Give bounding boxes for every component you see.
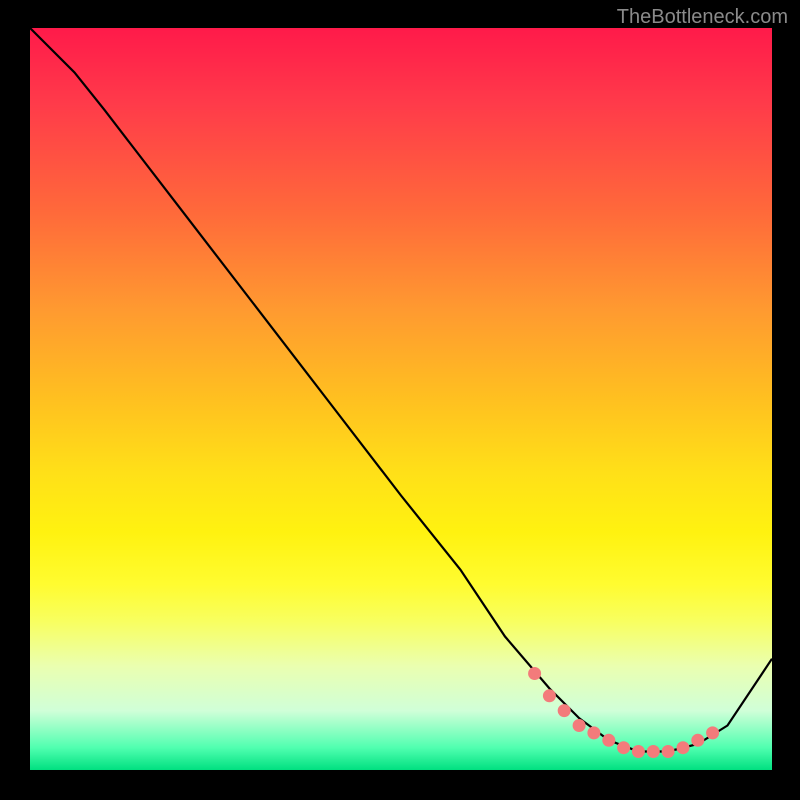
- curve-marker: [647, 745, 660, 758]
- curve-marker: [528, 667, 541, 680]
- curve-marker: [677, 741, 690, 754]
- marker-group: [528, 667, 719, 758]
- curve-marker: [602, 734, 615, 747]
- attribution-text: TheBottleneck.com: [617, 6, 788, 29]
- curve-marker: [573, 719, 586, 732]
- curve-marker: [706, 726, 719, 739]
- curve-marker: [632, 745, 645, 758]
- chart-svg: [30, 28, 772, 770]
- curve-marker: [617, 741, 630, 754]
- curve-marker: [587, 726, 600, 739]
- curve-marker: [691, 734, 704, 747]
- curve-marker: [558, 704, 571, 717]
- curve-line: [30, 28, 772, 752]
- plot-area: [30, 28, 772, 770]
- curve-marker: [662, 745, 675, 758]
- curve-marker: [543, 689, 556, 702]
